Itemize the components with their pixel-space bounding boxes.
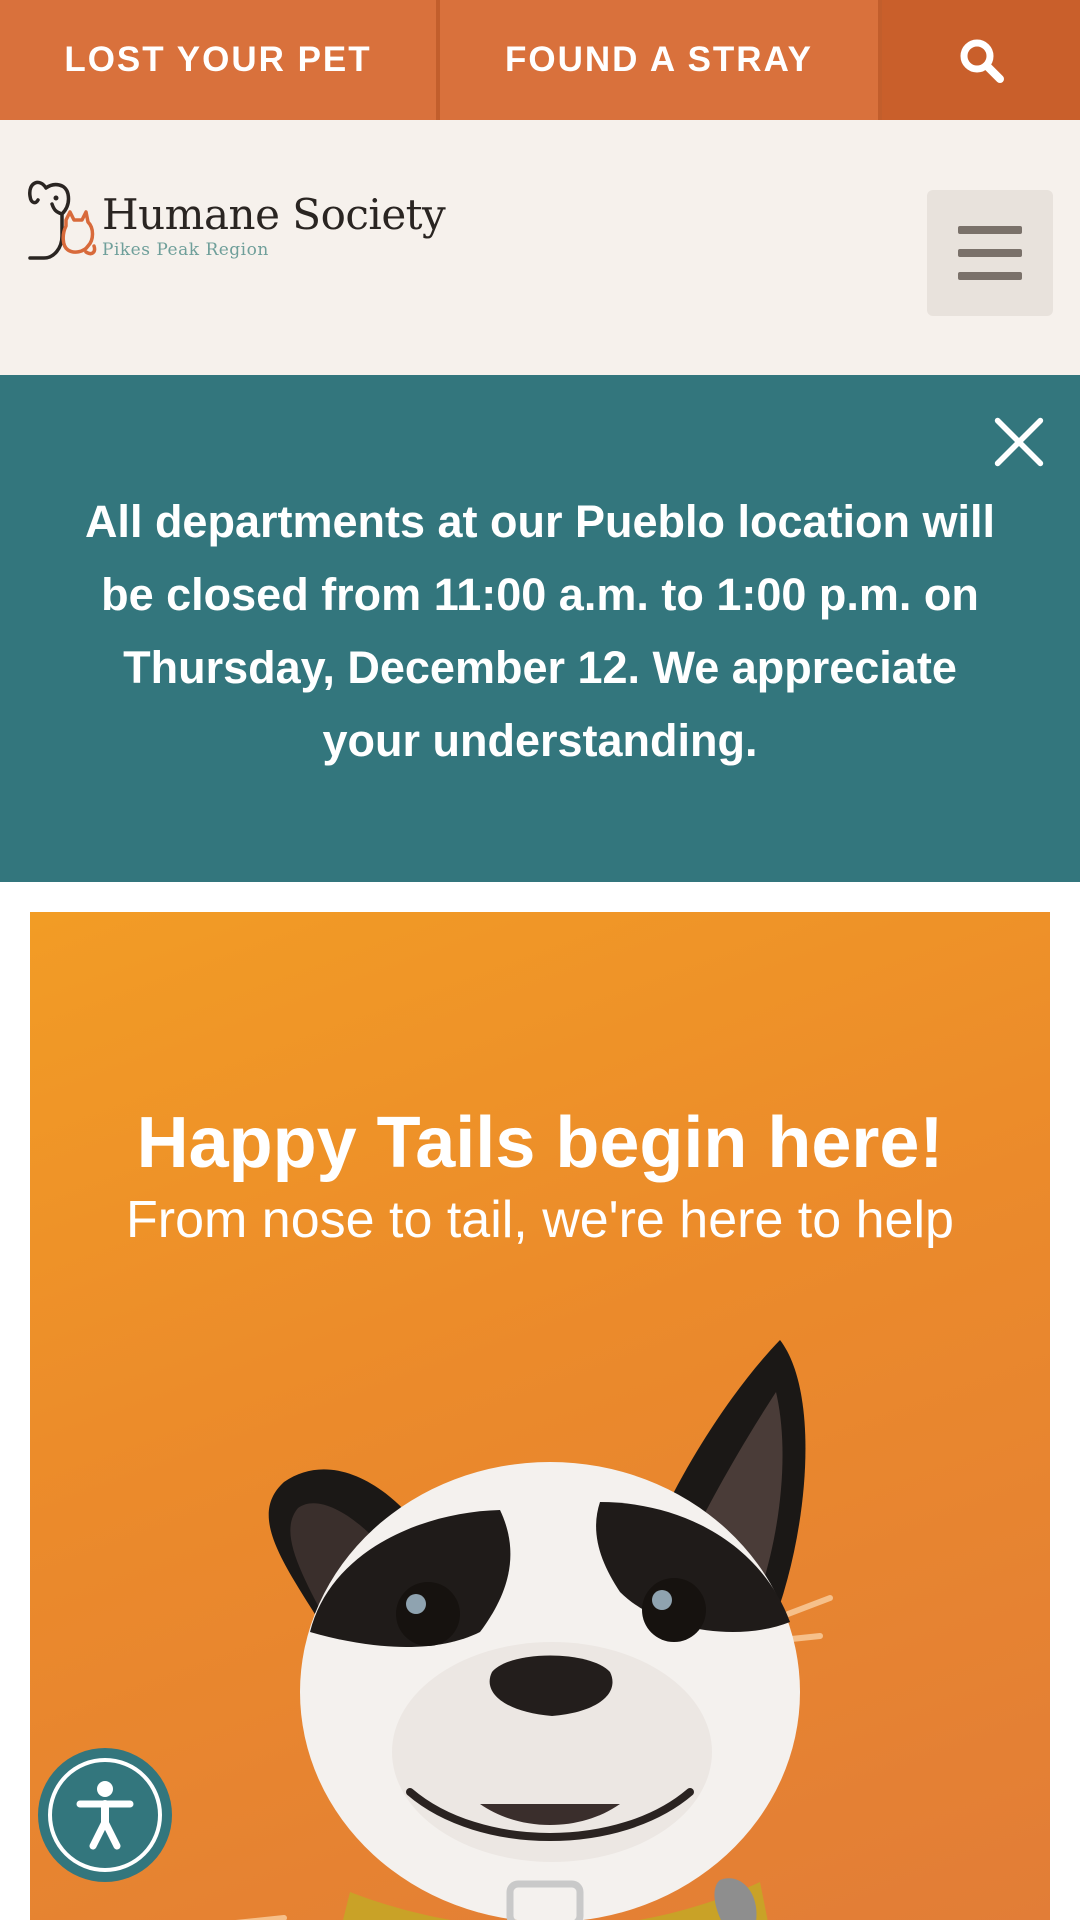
close-icon[interactable] [992,415,1046,469]
accessibility-ring [48,1758,162,1872]
top-bar: LOST YOUR PET FOUND A STRAY [0,0,1080,120]
logo-subtitle: Pikes Peak Region [102,240,269,260]
dog-cat-logo-icon [28,180,97,260]
search-button[interactable] [882,0,1080,120]
alert-banner: All departments at our Pueblo location w… [0,375,1080,882]
lost-your-pet-button[interactable]: LOST YOUR PET [0,0,440,120]
hero-title: Happy Tails begin here! [136,1103,944,1183]
menu-button[interactable] [927,190,1053,316]
site-header: Humane Society Pikes Peak Region [0,120,1080,375]
dog-photo [235,1340,833,1920]
found-a-stray-button[interactable]: FOUND A STRAY [440,0,882,120]
alert-message: All departments at our Pueblo location w… [84,496,996,766]
hero-banner: Happy Tails begin here! From nose to tai… [30,912,1050,1920]
hamburger-menu-icon [958,226,1022,280]
search-icon [960,39,1004,83]
accessibility-button[interactable] [38,1748,172,1882]
hero-subtitle: From nose to tail, we're here to help [126,1191,954,1249]
logo-title: Humane Society [102,190,446,239]
site-logo[interactable]: Humane Society Pikes Peak Region [26,174,446,274]
accessibility-icon [76,1781,134,1850]
